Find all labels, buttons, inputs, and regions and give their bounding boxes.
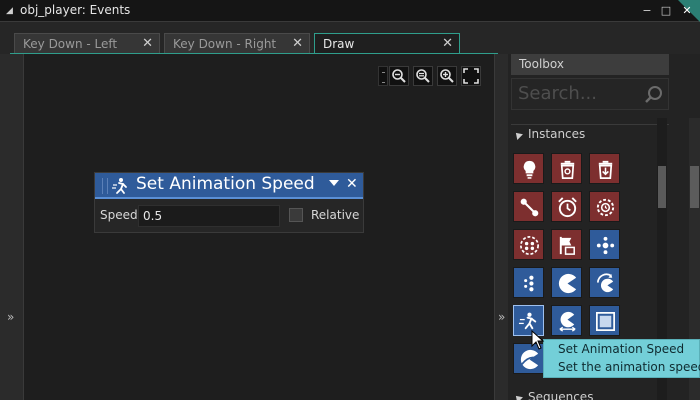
zoom-out-icon[interactable] — [389, 66, 409, 86]
search-placeholder: Search... — [518, 83, 598, 104]
scrollbar-thumb[interactable] — [690, 166, 699, 208]
tab-key-down-right[interactable]: Key Down - Right ✕ — [164, 33, 310, 54]
set-sprite-icon[interactable] — [551, 267, 582, 298]
tooltip: Set Animation Speed Set the animation sp… — [543, 339, 700, 378]
fullscreen-icon[interactable] — [461, 66, 481, 86]
drag-handle-icon[interactable] — [102, 178, 108, 194]
destroy-instance-icon[interactable] — [551, 153, 582, 184]
divider — [511, 124, 669, 125]
scrollbar-thumb[interactable] — [658, 166, 666, 208]
action-close-icon[interactable]: ✕ — [346, 176, 358, 192]
action-dropdown-icon[interactable] — [329, 180, 339, 186]
tab-draw[interactable]: Draw ✕ — [314, 33, 460, 55]
restore-button[interactable]: □ — [659, 4, 673, 18]
sprite-alpha-icon[interactable] — [589, 305, 620, 336]
tab-label: Key Down - Left — [23, 37, 118, 51]
expand-arrow-icon — [513, 393, 523, 400]
tab-close-icon[interactable]: ✕ — [442, 36, 453, 51]
sprite-frames-icon[interactable] — [589, 229, 620, 260]
action-title: Set Animation Speed — [136, 174, 315, 194]
gamemaker-events-window: ◢ obj_player: Events − □ ✕ Key Down - Le… — [0, 0, 700, 400]
scale-sprite-icon[interactable] — [551, 305, 582, 336]
move-instance-icon[interactable] — [513, 191, 544, 222]
search-icon[interactable] — [644, 85, 664, 105]
speed-label: Speed — [100, 208, 138, 222]
speed-input[interactable]: 0.5 — [138, 205, 280, 227]
tab-label: Key Down - Right — [173, 37, 277, 51]
collapse-icon[interactable]: ◢ — [6, 5, 16, 17]
toolbox-search[interactable]: Search... — [511, 78, 669, 110]
mouse-cursor-icon — [531, 330, 545, 350]
zoom-reset-icon[interactable] — [413, 66, 433, 86]
section-label: Sequences — [528, 390, 594, 400]
create-instance-icon[interactable] — [513, 153, 544, 184]
instance-count-icon[interactable] — [513, 229, 544, 260]
alarm-icon[interactable] — [551, 191, 582, 222]
right-gutter: » — [494, 54, 508, 400]
relative-label: Relative — [311, 208, 360, 222]
alarm-settings-icon[interactable] — [589, 191, 620, 222]
expand-arrow-icon — [513, 130, 523, 140]
left-gutter: » — [0, 54, 24, 400]
minimize-button[interactable]: − — [640, 4, 654, 18]
close-window-button[interactable]: ✕ — [680, 4, 694, 18]
event-tabs: Key Down - Left ✕ Key Down - Right ✕ Dra… — [0, 22, 700, 55]
collapse-toolbox-icon[interactable]: » — [498, 310, 505, 324]
set-animation-speed-action[interactable]: Set Animation Speed ✕ Speed 0.5 Relative — [94, 172, 364, 233]
tooltip-description: Set the animation speed o — [558, 360, 700, 374]
rotate-sprite-icon[interactable] — [589, 267, 620, 298]
toolbox-title: Toolbox — [511, 54, 669, 75]
zoom-in-icon[interactable] — [437, 66, 457, 86]
tab-close-icon[interactable]: ✕ — [292, 36, 303, 51]
zoom-toolbar — [378, 66, 484, 86]
tab-key-down-left[interactable]: Key Down - Left ✕ — [14, 33, 160, 54]
toolbar-grip-icon[interactable] — [378, 66, 388, 86]
section-instances[interactable]: Instances — [513, 127, 586, 141]
expand-left-icon[interactable]: » — [7, 310, 14, 324]
section-label: Instances — [528, 127, 586, 141]
tab-close-icon[interactable]: ✕ — [142, 36, 153, 51]
animation-speed-icon — [112, 178, 127, 194]
relative-checkbox[interactable] — [289, 208, 303, 222]
tab-label: Draw — [323, 37, 355, 51]
window-title: obj_player: Events — [20, 3, 131, 17]
tooltip-title: Set Animation Speed — [558, 342, 685, 356]
section-sequences[interactable]: Sequences — [513, 390, 594, 400]
action-header[interactable]: Set Animation Speed ✕ — [95, 173, 363, 199]
title-bar: ◢ obj_player: Events − □ ✕ — [0, 0, 700, 22]
instance-flag-icon[interactable] — [551, 229, 582, 260]
sprite-list-icon[interactable] — [513, 267, 544, 298]
change-instance-icon[interactable] — [589, 153, 620, 184]
